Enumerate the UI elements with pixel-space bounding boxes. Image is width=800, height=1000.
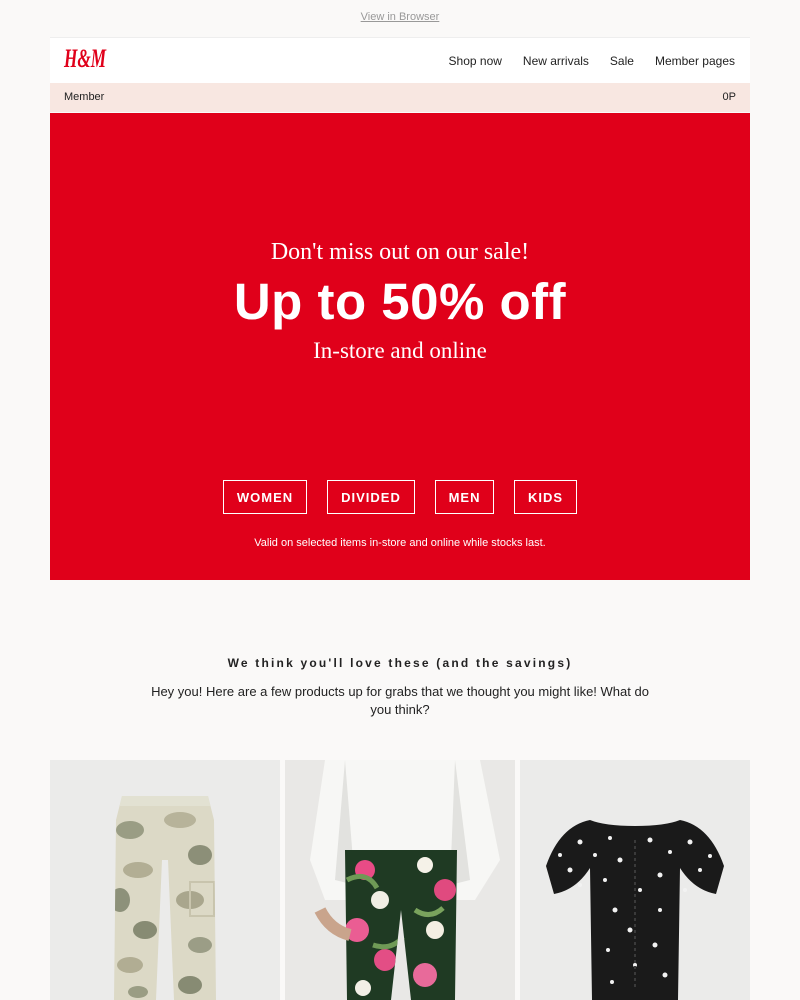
men-button[interactable]: MEN (435, 480, 494, 514)
member-points: 0P (722, 91, 736, 103)
kids-button[interactable]: KIDS (514, 480, 577, 514)
nav-member-pages[interactable]: Member pages (655, 54, 735, 68)
topbar: View in Browser (0, 0, 800, 36)
nav-new-arrivals[interactable]: New arrivals (523, 54, 589, 68)
view-in-browser-link[interactable]: View in Browser (361, 11, 440, 23)
women-button[interactable]: WOMEN (223, 480, 307, 514)
main-nav: Shop now New arrivals Sale Member pages (428, 54, 735, 68)
hero-title: Up to 50% off (233, 273, 567, 330)
floral-print-trousers-image (285, 760, 515, 1000)
nav-sale[interactable]: Sale (610, 54, 634, 68)
nav-shop-now[interactable]: Shop now (449, 54, 502, 68)
camo-cargo-pants-image (50, 760, 280, 1000)
divided-button[interactable]: DIVIDED (327, 480, 415, 514)
hero-kicker: Don't miss out on our sale! (270, 239, 530, 265)
recommendations-title: We think you'll love these (and the savi… (227, 656, 573, 670)
product-card-1[interactable] (50, 760, 280, 1000)
product-card-2[interactable] (285, 760, 515, 1000)
product-card-3[interactable] (520, 760, 750, 1000)
member-bar: Member 0P (50, 83, 750, 112)
product-grid (50, 760, 750, 1000)
hero-note: Valid on selected items in-store and onl… (254, 537, 546, 549)
hero-subtitle: In-store and online (313, 338, 487, 363)
logo-text: H&M (63, 44, 106, 73)
category-buttons: WOMEN DIVIDED MEN KIDS (50, 480, 750, 514)
member-label: Member (64, 91, 105, 103)
black-floral-top-image (520, 760, 750, 1000)
recommendations-body: Hey you! Here are a few products up for … (151, 684, 649, 717)
hero-banner[interactable]: Don't miss out on our sale! Up to 50% of… (50, 113, 750, 580)
header: H&M Shop now New arrivals Sale Member pa… (50, 38, 750, 83)
hm-logo[interactable]: H&M (62, 42, 108, 74)
